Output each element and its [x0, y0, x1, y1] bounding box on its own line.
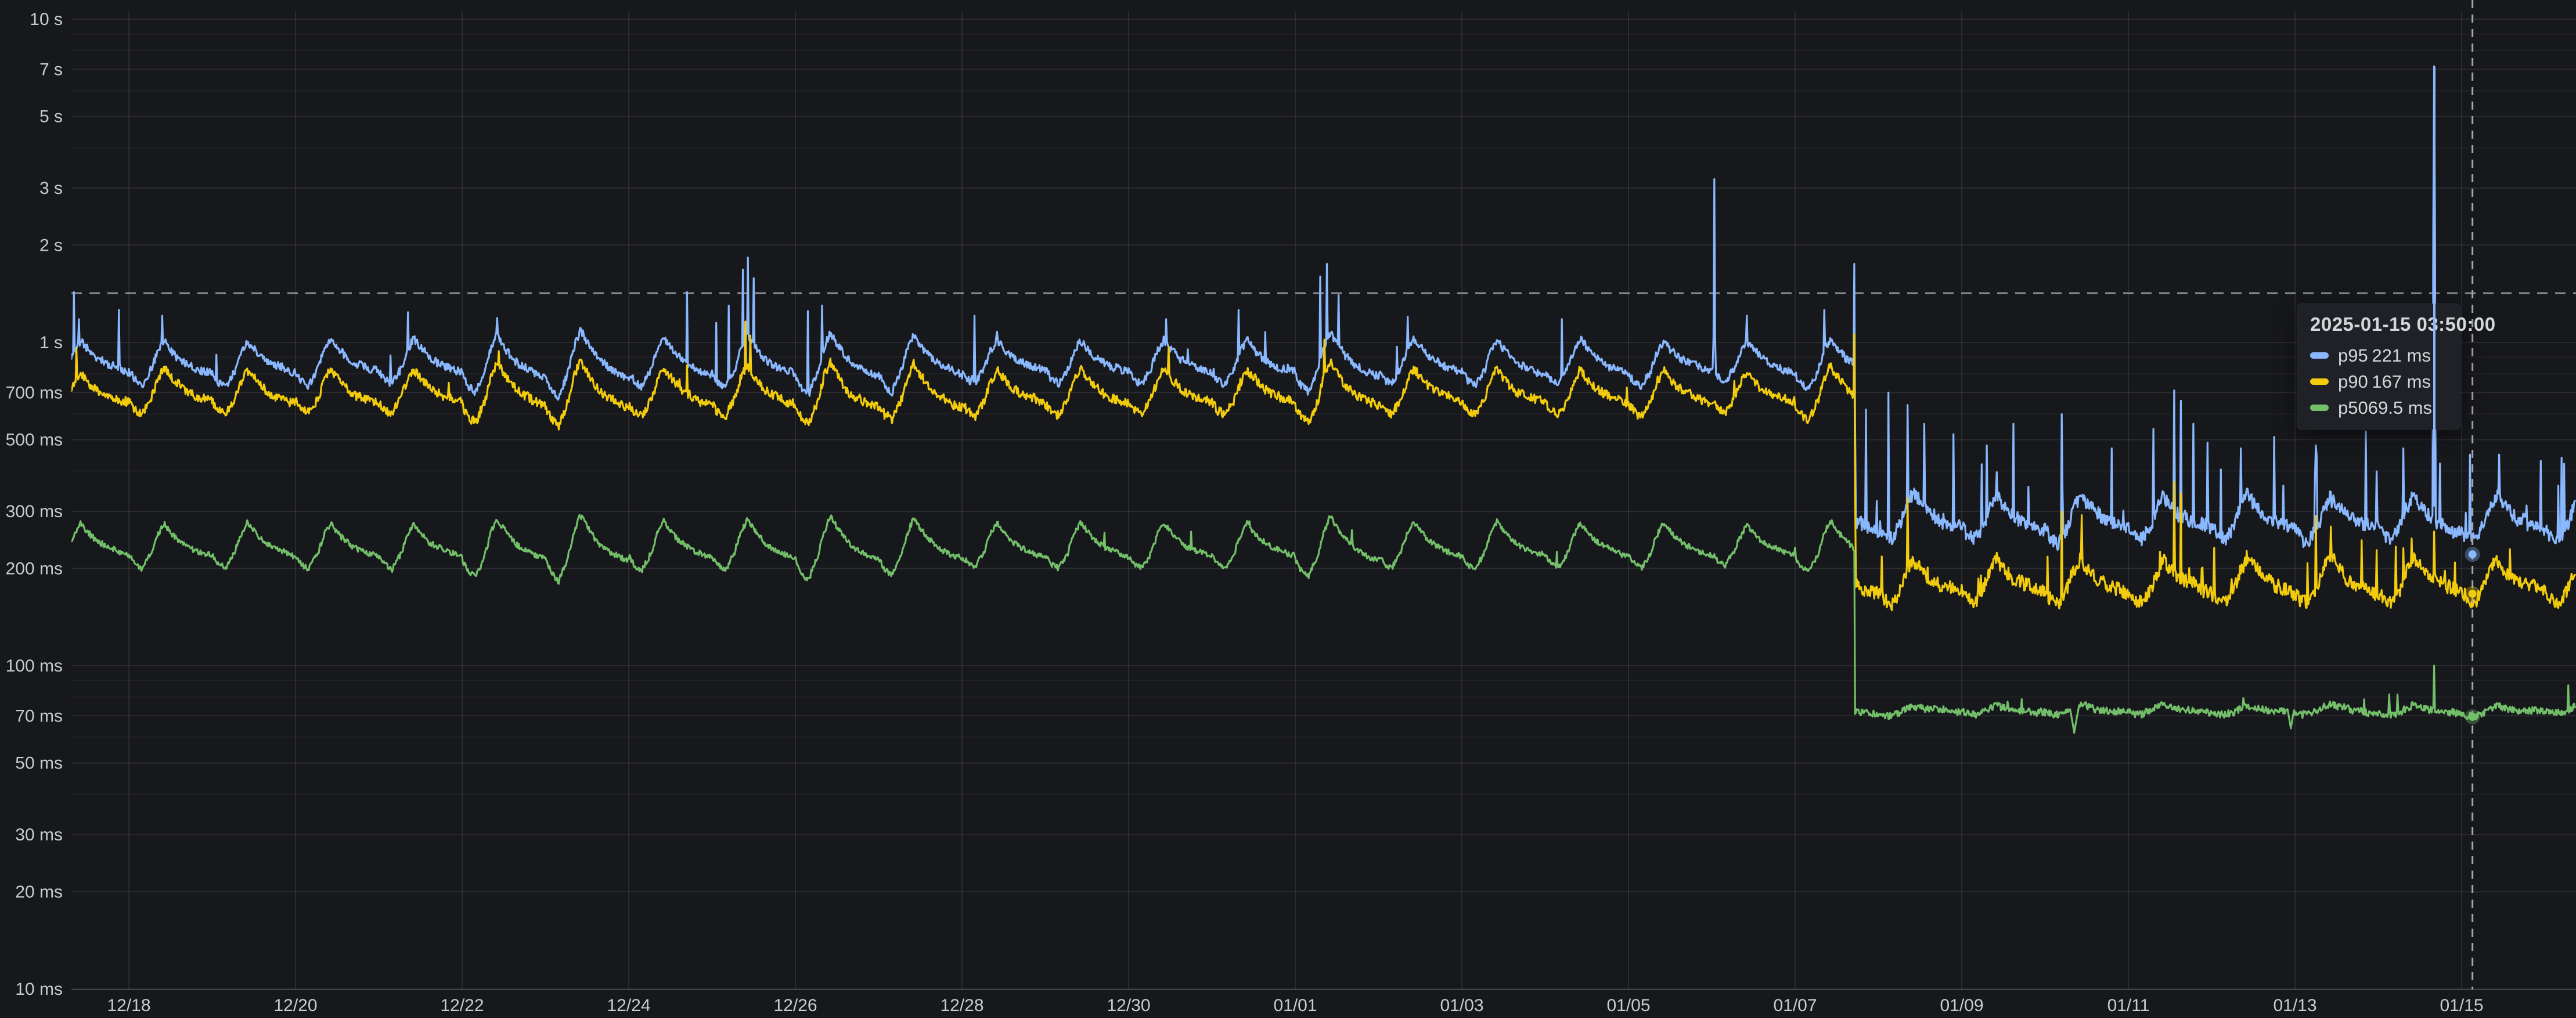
series-p50-line[interactable]	[71, 515, 2575, 733]
x-tick-label: 12/22	[440, 996, 484, 1015]
y-tick-label: 3 s	[39, 179, 63, 198]
tooltip: 2025-01-15 03:50:00 p95221 msp90167 msp5…	[2297, 304, 2460, 429]
x-tick-label: 01/09	[1940, 996, 1983, 1015]
tooltip-series-value: 167 ms	[2372, 371, 2431, 392]
y-tick-label: 500 ms	[6, 431, 63, 450]
tooltip-rows: p95221 msp90167 msp5069.5 ms	[2310, 342, 2447, 421]
y-tick-label: 300 ms	[6, 502, 63, 521]
tooltip-series-label: p95	[2338, 345, 2372, 366]
series-p95-line[interactable]	[71, 66, 2575, 550]
series-color-swatch	[2310, 352, 2329, 359]
tooltip-row-p95: p95221 ms	[2310, 342, 2447, 369]
tooltip-row-p90: p90167 ms	[2310, 369, 2447, 395]
hover-point-p95	[2469, 550, 2477, 558]
x-tick-label: 12/30	[1107, 996, 1150, 1015]
x-tick-label: 12/28	[940, 996, 983, 1015]
x-tick-label: 01/05	[1606, 996, 1650, 1015]
x-tick-label: 12/26	[773, 996, 817, 1015]
x-tick-label: 01/15	[2440, 996, 2483, 1015]
x-tick-label: 01/01	[1273, 996, 1317, 1015]
x-tick-label: 12/18	[107, 996, 150, 1015]
tooltip-series-value: 69.5 ms	[2368, 398, 2432, 418]
chart-canvas[interactable]: 12/18 12/20 12/22 12/24 12/26 12/28 12/30 01/01…	[0, 0, 2576, 1018]
series-color-swatch	[2310, 405, 2329, 411]
y-tick-label: 50 ms	[15, 754, 63, 773]
y-tick-label: 2 s	[39, 236, 63, 255]
p95-spike-line	[2433, 66, 2436, 507]
series-color-swatch	[2310, 378, 2329, 385]
x-tick-label: 01/13	[2273, 996, 2316, 1015]
hover-point-p50	[2469, 713, 2477, 721]
x-tick-label: 12/24	[607, 996, 650, 1015]
y-tick-label: 200 ms	[6, 559, 63, 578]
hover-point-p90	[2469, 590, 2477, 598]
x-tick-label: 12/20	[273, 996, 317, 1015]
y-tick-label: 30 ms	[15, 825, 63, 844]
tooltip-row-p50: p5069.5 ms	[2310, 395, 2447, 421]
y-tick-label: 10 s	[30, 10, 63, 29]
y-tick-label: 10 ms	[15, 980, 63, 999]
x-tick-label: 01/03	[1440, 996, 1483, 1015]
latency-percentiles-panel: 12/18 12/20 12/22 12/24 12/26 12/28 12/30 01/01…	[0, 0, 2576, 1018]
y-tick-label: 7 s	[39, 60, 63, 79]
tooltip-timestamp: 2025-01-15 03:50:00	[2310, 313, 2447, 335]
y-tick-label: 20 ms	[15, 882, 63, 901]
y-tick-label: 1 s	[39, 333, 63, 352]
tooltip-series-label: p50	[2338, 398, 2368, 418]
y-tick-label: 70 ms	[15, 706, 63, 725]
x-tick-label: 01/07	[1773, 996, 1817, 1015]
y-tick-label: 100 ms	[6, 656, 63, 676]
tooltip-series-label: p90	[2338, 371, 2372, 392]
tooltip-series-value: 221 ms	[2372, 345, 2431, 366]
x-tick-label: 01/11	[2107, 996, 2150, 1015]
y-tick-label: 700 ms	[6, 383, 63, 402]
y-tick-label: 5 s	[39, 107, 63, 127]
